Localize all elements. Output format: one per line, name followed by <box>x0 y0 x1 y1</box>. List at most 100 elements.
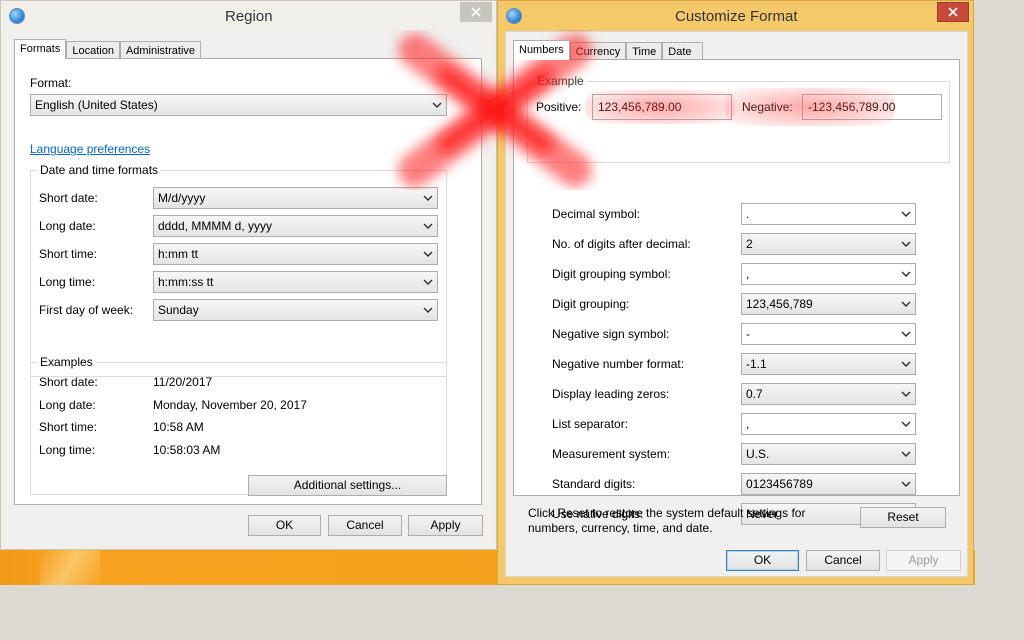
setting-value: 0123456789 <box>746 477 813 491</box>
chevron-down-icon <box>423 195 433 202</box>
region-client: Formats Location Administrative Format: … <box>7 31 491 545</box>
setting-value: . <box>746 207 750 221</box>
setting-combo[interactable]: -1.1 <box>741 353 916 375</box>
setting-combo[interactable]: - <box>741 323 916 345</box>
customize-title: Customize Format <box>675 8 798 25</box>
region-cancel-button[interactable]: Cancel <box>328 515 402 536</box>
language-preferences-link[interactable]: Language preferences <box>30 142 150 156</box>
customize-cancel-button[interactable]: Cancel <box>806 550 880 571</box>
additional-settings-button[interactable]: Additional settings... <box>248 475 447 496</box>
tab-administrative[interactable]: Administrative <box>119 41 202 59</box>
setting-label: Decimal symbol: <box>552 207 641 221</box>
setting-value: -1.1 <box>746 357 767 371</box>
tab-numbers[interactable]: Numbers <box>513 40 570 60</box>
chevron-down-icon <box>901 301 911 308</box>
short-time-label: Short time: <box>39 247 98 261</box>
example-short-date-value: 11/20/2017 <box>153 375 213 389</box>
long-date-value: dddd, MMMM d, yyyy <box>158 219 273 233</box>
tab-time[interactable]: Time <box>626 42 663 60</box>
short-date-value: M/d/yyyy <box>158 191 206 205</box>
example-long-time-value: 10:58:03 AM <box>153 443 221 457</box>
customize-titlebar[interactable]: Customize Format <box>498 1 973 31</box>
examples-title: Examples <box>38 355 95 369</box>
short-time-combo[interactable]: h:mm tt <box>153 243 438 265</box>
long-time-label: Long time: <box>39 275 96 289</box>
close-icon <box>948 7 958 17</box>
globe-icon <box>506 8 522 24</box>
setting-label: Digit grouping symbol: <box>552 267 671 281</box>
close-icon <box>471 7 481 17</box>
region-tabs: Formats Location Administrative <box>14 39 202 59</box>
chevron-down-icon <box>901 421 911 428</box>
region-close-button[interactable] <box>460 2 492 22</box>
customize-close-button[interactable] <box>937 2 969 22</box>
setting-value: 123,456,789 <box>746 297 813 311</box>
negative-label: Negative: <box>742 100 793 114</box>
setting-label: Negative number format: <box>552 357 685 371</box>
region-title: Region <box>225 8 273 25</box>
customize-client: Numbers Currency Time Date Example Posit… <box>505 31 968 577</box>
example-group: Example Positive: 123,456,789.00 Negativ… <box>527 74 950 163</box>
chevron-down-icon <box>423 279 433 286</box>
date-time-formats-title: Date and time formats <box>38 163 161 177</box>
setting-value: 2 <box>746 237 753 251</box>
format-combo[interactable]: English (United States) <box>30 94 447 116</box>
customize-tabs: Numbers Currency Time Date <box>513 40 704 60</box>
setting-combo[interactable]: 2 <box>741 233 916 255</box>
setting-combo[interactable]: , <box>741 413 916 435</box>
setting-combo[interactable]: . <box>741 203 916 225</box>
setting-combo[interactable]: U.S. <box>741 443 916 465</box>
short-date-combo[interactable]: M/d/yyyy <box>153 187 438 209</box>
positive-example-field: 123,456,789.00 <box>592 94 732 120</box>
short-time-value: h:mm tt <box>158 247 199 261</box>
date-time-formats-group: Date and time formats Short date: M/d/yy… <box>30 163 447 377</box>
reset-info-line2: numbers, currency, time, and date. <box>528 521 713 535</box>
customize-format-window: Customize Format Numbers Currency Time D… <box>497 0 974 585</box>
setting-value: , <box>746 417 750 431</box>
formats-panel: Format: English (United States) Language… <box>14 58 482 505</box>
chevron-down-icon <box>901 271 911 278</box>
setting-label: Measurement system: <box>552 447 671 461</box>
chevron-down-icon <box>901 391 911 398</box>
short-date-label: Short date: <box>39 191 98 205</box>
first-day-combo[interactable]: Sunday <box>153 299 438 321</box>
first-day-value: Sunday <box>158 303 199 317</box>
globe-icon <box>9 8 25 24</box>
example-short-date-label: Short date: <box>39 375 98 389</box>
setting-combo[interactable]: 123,456,789 <box>741 293 916 315</box>
customize-apply-button: Apply <box>886 550 961 571</box>
example-short-time-value: 10:58 AM <box>153 420 204 434</box>
tab-date[interactable]: Date <box>662 42 704 60</box>
chevron-down-icon <box>901 241 911 248</box>
numbers-panel: Example Positive: 123,456,789.00 Negativ… <box>513 59 960 525</box>
long-date-label: Long date: <box>39 219 96 233</box>
setting-combo[interactable]: 0.7 <box>741 383 916 405</box>
tab-formats[interactable]: Formats <box>14 39 67 59</box>
region-ok-button[interactable]: OK <box>248 515 321 536</box>
setting-label: Negative sign symbol: <box>552 327 670 341</box>
first-day-label: First day of week: <box>39 303 134 317</box>
setting-label: List separator: <box>552 417 629 431</box>
setting-label: No. of digits after decimal: <box>552 237 691 251</box>
chevron-down-icon <box>432 102 442 109</box>
setting-label: Digit grouping: <box>552 297 630 311</box>
setting-label: Standard digits: <box>552 477 636 491</box>
example-long-time-label: Long time: <box>39 443 96 457</box>
tab-currency[interactable]: Currency <box>569 42 627 60</box>
positive-label: Positive: <box>536 100 582 114</box>
setting-combo[interactable]: , <box>741 263 916 285</box>
setting-value: 0.7 <box>746 387 763 401</box>
chevron-down-icon <box>901 361 911 368</box>
tab-location[interactable]: Location <box>66 41 120 59</box>
setting-value: - <box>746 327 750 341</box>
region-apply-button[interactable]: Apply <box>408 515 483 536</box>
region-titlebar[interactable]: Region <box>1 1 496 31</box>
example-short-time-label: Short time: <box>39 420 98 434</box>
chevron-down-icon <box>423 223 433 230</box>
setting-value: U.S. <box>746 447 770 461</box>
long-time-combo[interactable]: h:mm:ss tt <box>153 271 438 293</box>
setting-combo[interactable]: 0123456789 <box>741 473 916 495</box>
long-date-combo[interactable]: dddd, MMMM d, yyyy <box>153 215 438 237</box>
customize-ok-button[interactable]: OK <box>726 550 799 571</box>
reset-button[interactable]: Reset <box>860 507 946 528</box>
